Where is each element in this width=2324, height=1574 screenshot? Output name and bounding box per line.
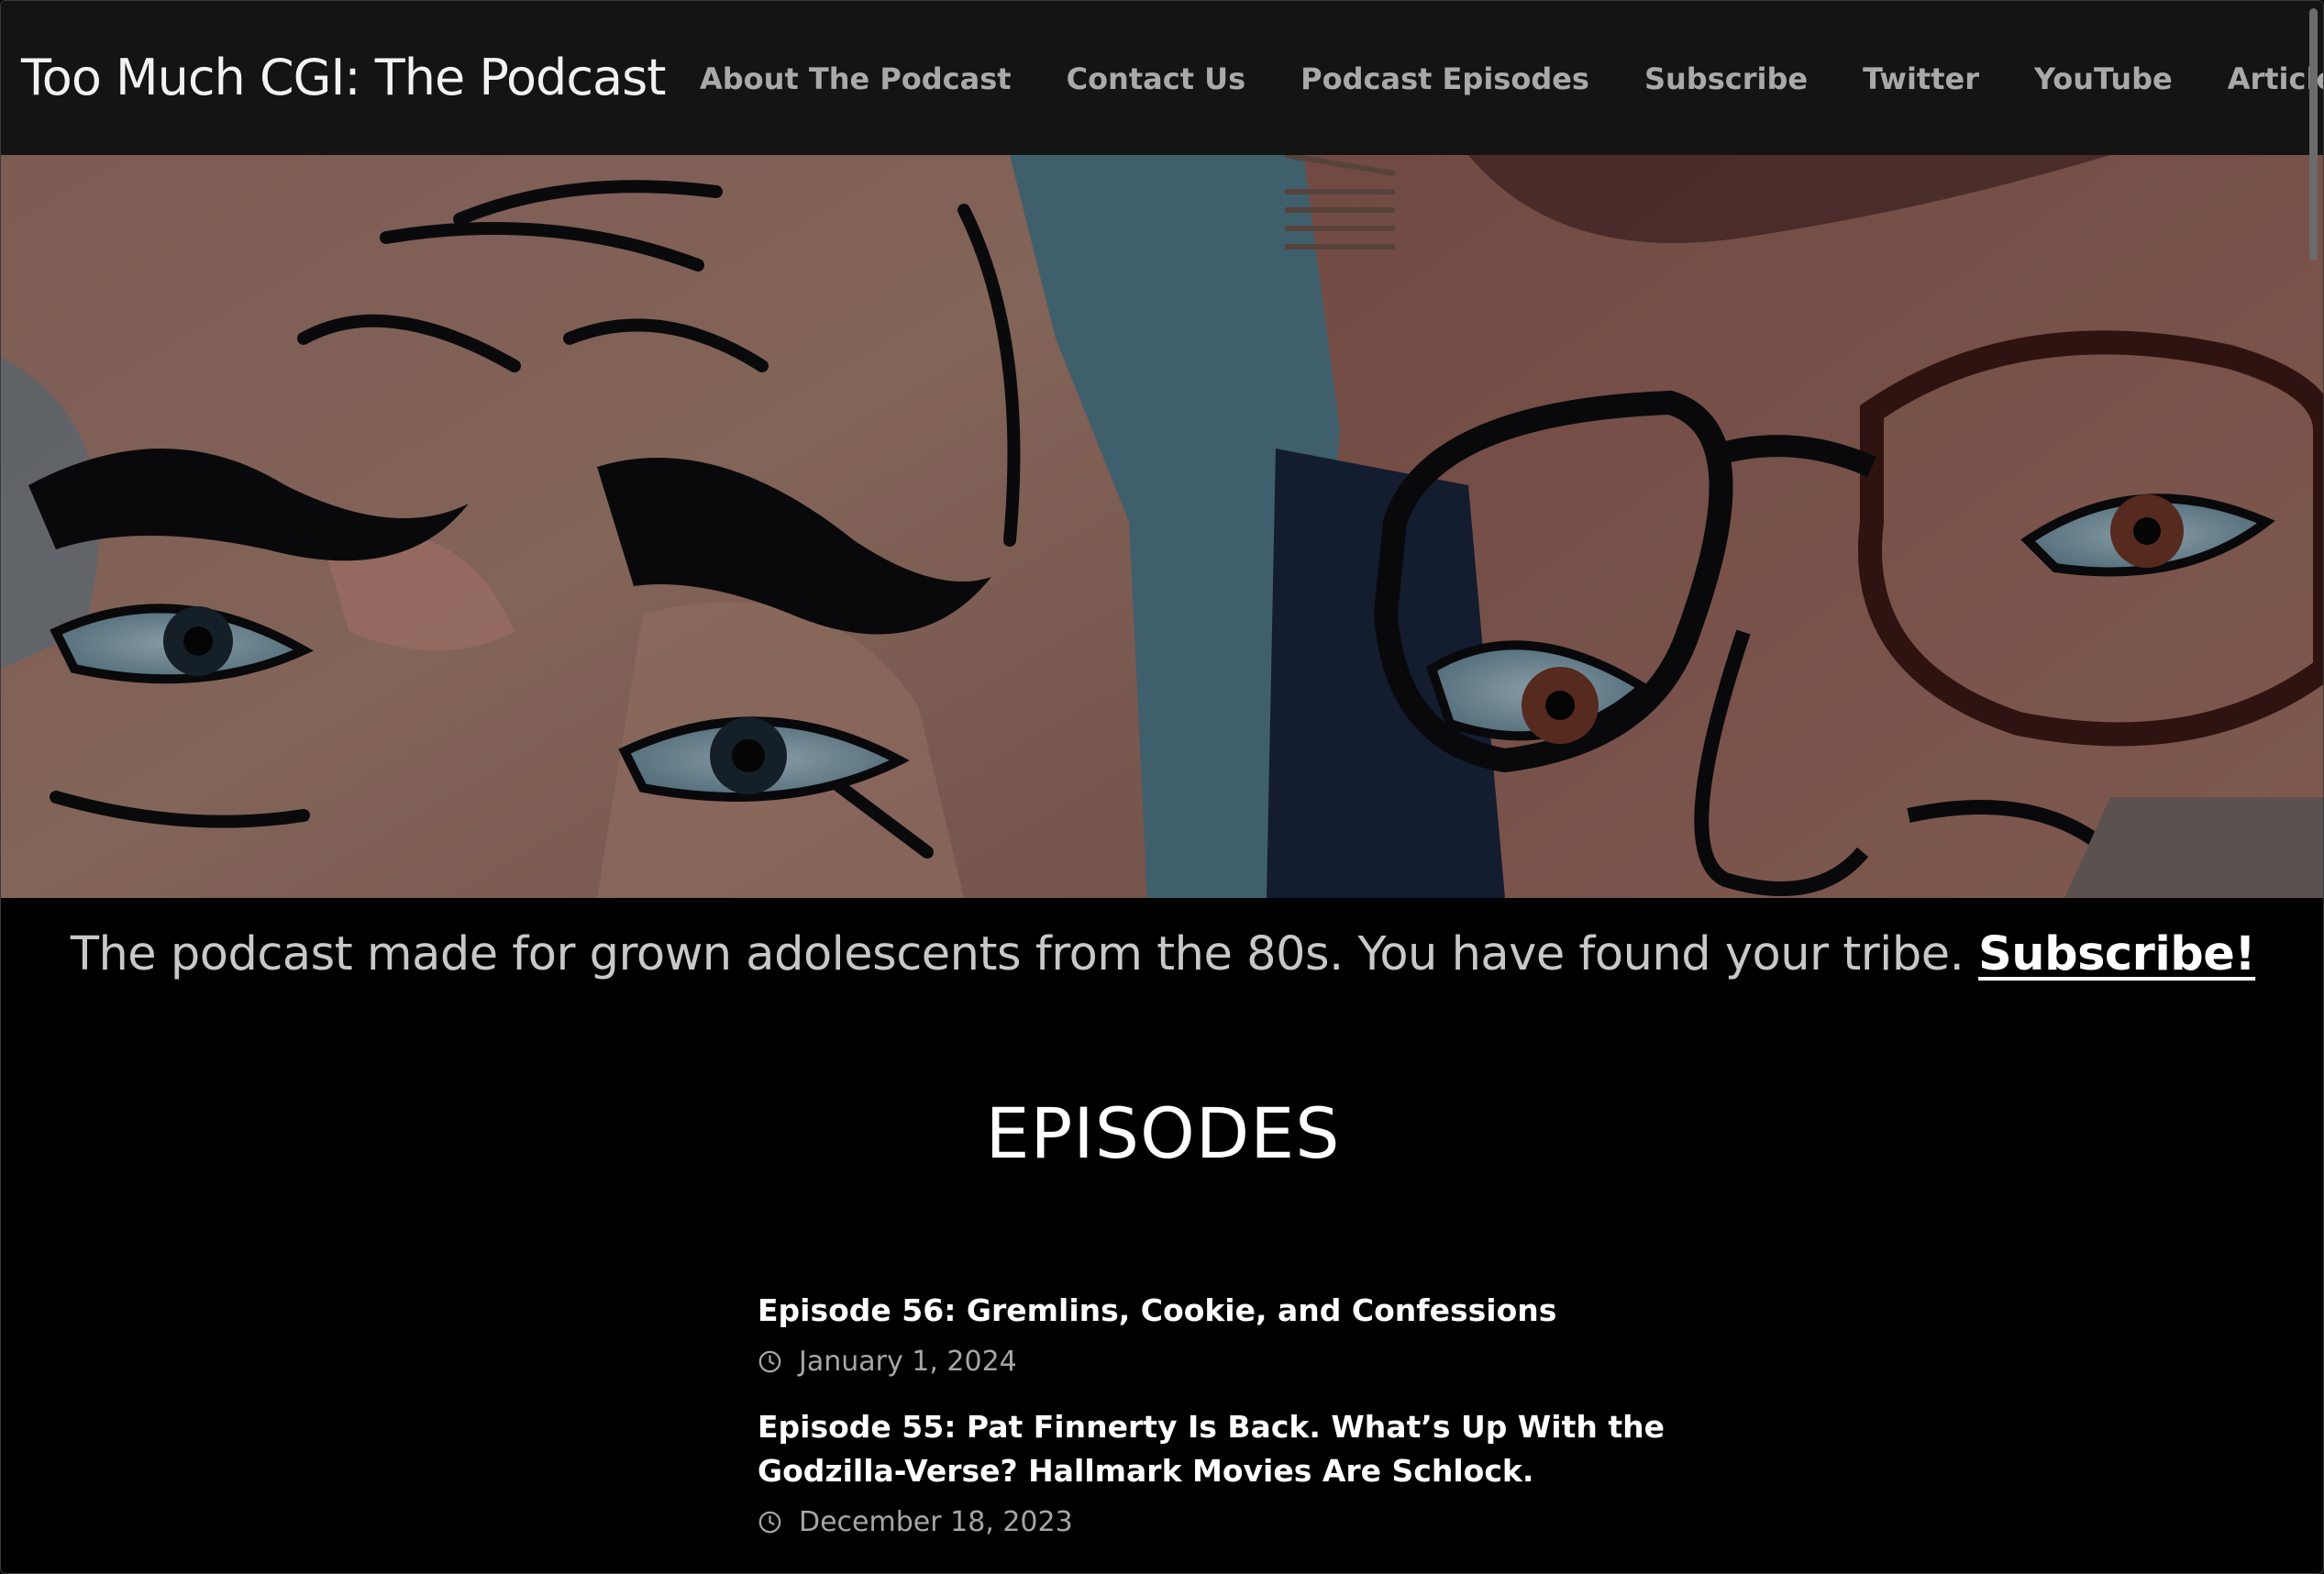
list-item: Episode 56: Gremlins, Cookie, and Confes…: [758, 1289, 1675, 1378]
nav-item-contact[interactable]: Contact Us: [1067, 61, 1246, 96]
episode-date: January 1, 2024: [799, 1346, 1017, 1378]
episodes-heading: EPISODES: [985, 1092, 1341, 1174]
nav-item-subscribe[interactable]: Subscribe: [1644, 61, 1808, 96]
nav-item-twitter[interactable]: Twitter: [1863, 61, 1979, 96]
subscribe-link[interactable]: Subscribe!: [1978, 927, 2256, 981]
episode-date-row: December 18, 2023: [758, 1506, 1675, 1538]
episode-title-link[interactable]: Episode 56: Gremlins, Cookie, and Confes…: [758, 1289, 1675, 1333]
tagline: The podcast made for grown adolescents f…: [1, 927, 2323, 981]
list-item: Episode 55: Pat Finnerty Is Back. What’s…: [758, 1405, 1675, 1538]
site-header: Too Much CGI: The Podcast About The Podc…: [1, 1, 2323, 155]
tagline-text: The podcast made for grown adolescents f…: [70, 927, 1964, 981]
site-title[interactable]: Too Much CGI: The Podcast: [21, 41, 666, 115]
scrollbar-thumb[interactable]: [2309, 8, 2318, 260]
nav-item-episodes[interactable]: Podcast Episodes: [1300, 61, 1589, 96]
episode-title-link[interactable]: Episode 55: Pat Finnerty Is Back. What’s…: [758, 1405, 1675, 1493]
main-nav: About The Podcast Contact Us Podcast Epi…: [700, 52, 2323, 105]
episode-list: Episode 56: Gremlins, Cookie, and Confes…: [758, 1289, 1675, 1566]
episode-date: December 18, 2023: [799, 1506, 1073, 1538]
browser-window: Too Much CGI: The Podcast About The Podc…: [0, 0, 2324, 1574]
episode-date-row: January 1, 2024: [758, 1346, 1675, 1378]
nav-item-youtube[interactable]: YouTube: [2034, 61, 2173, 96]
clock-icon: [758, 1511, 781, 1534]
nav-item-about[interactable]: About The Podcast: [700, 61, 1012, 96]
hero-banner-image: [1, 155, 2323, 898]
page-scrollbar[interactable]: [2303, 1, 2323, 1573]
clock-icon: [758, 1350, 781, 1373]
